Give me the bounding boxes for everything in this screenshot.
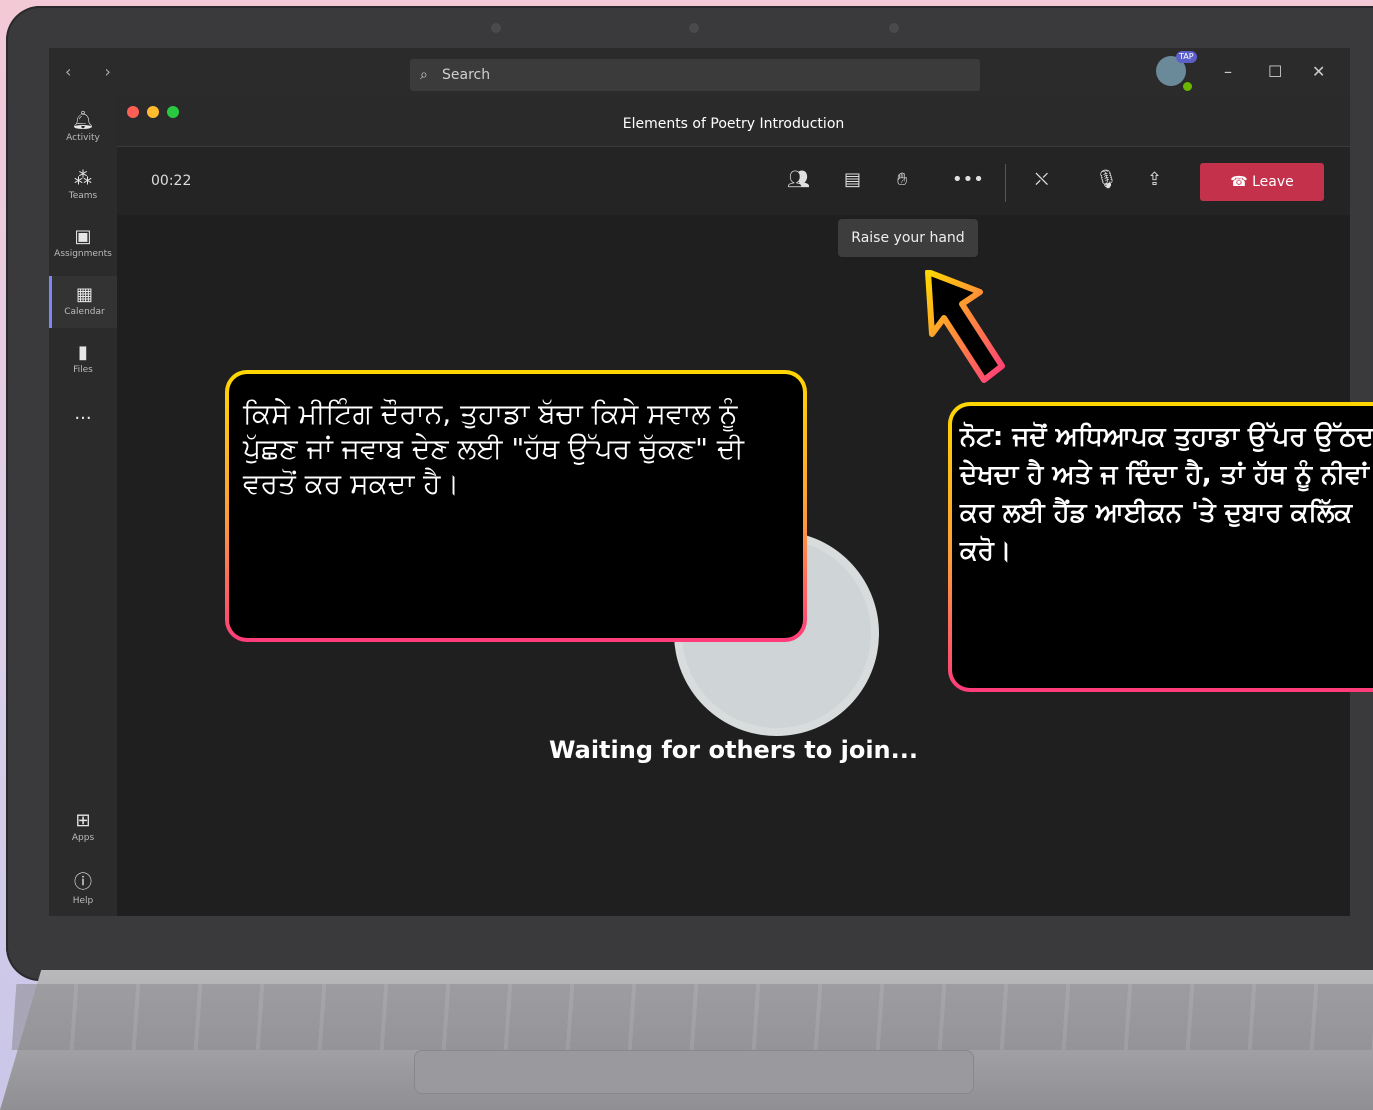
rail-label: Teams [68, 191, 98, 201]
rail-item-help[interactable]: ⓘ Help [49, 868, 117, 906]
rail-item-apps[interactable]: ⊞ Apps [49, 810, 117, 843]
close-icon[interactable]: ✕ [1312, 62, 1325, 81]
callout-right: ਨੋਟ: ਜਦੋਂ ਅਧਿਆਪਕ ਤੁਹਾਡਾ ਉੱਪਰ ਉੱਠਦਾ ਦੇਖਦਾ… [948, 402, 1373, 692]
chat-icon[interactable]: ▤ [844, 169, 861, 191]
avatar-badge: TAP [1176, 51, 1197, 63]
title-bar: ‹ › ⌕ Search TAP – ☐ ✕ [49, 48, 1350, 98]
calendar-icon: ▦ [75, 284, 93, 305]
rail-label: Files [73, 365, 93, 375]
leave-label: Leave [1252, 174, 1294, 190]
share-screen-icon[interactable]: ⇪ [1147, 169, 1162, 191]
rail-label: Assignments [54, 249, 112, 259]
minimize-icon[interactable]: – [1224, 62, 1232, 81]
teams-icon: ⁂ [74, 168, 92, 189]
callout-left-text: ਕਿਸੇ ਮੀਟਿੰਗ ਦੌਰਾਨ, ਤੁਹਾਡਾ ਬੱਚਾ ਕਿਸੇ ਸਵਾਲ… [229, 374, 803, 638]
search-input[interactable]: ⌕ Search [410, 59, 980, 91]
rail-item-activity[interactable]: 🔔︎ Activity [49, 110, 117, 143]
meeting-toolbar: 00:22 👥︎ ▤ ✋︎ ••• ⛌ 🎙︎ ⇪ ☎︎ Leave [117, 147, 1350, 215]
rail-item-more[interactable]: ··· [49, 408, 117, 431]
hangup-icon: ☎︎ [1230, 174, 1253, 190]
camera-dot [889, 23, 899, 33]
waiting-message: Waiting for others to join... [549, 736, 918, 764]
rail-label: Calendar [64, 307, 105, 317]
rail-label: Apps [71, 833, 95, 843]
rail-item-calendar[interactable]: ▦ Calendar [49, 276, 117, 328]
rail-label: Help [72, 896, 94, 906]
laptop: ‹ › ⌕ Search TAP – ☐ ✕ 🔔︎ Activity ⁂ Tea… [0, 0, 1373, 1110]
nav-arrows[interactable]: ‹ › [65, 62, 125, 81]
meeting-timer: 00:22 [151, 173, 192, 189]
raise-hand-tooltip: Raise your hand [838, 219, 978, 257]
more-icon: ··· [74, 408, 92, 429]
search-icon: ⌕ [420, 67, 428, 83]
app-rail: 🔔︎ Activity ⁂ Teams ▣ Assignments ▦ Cale… [49, 98, 117, 916]
participants-icon[interactable]: 👥︎ [787, 169, 810, 191]
meeting-title: Elements of Poetry Introduction [622, 116, 845, 132]
microphone-icon[interactable]: 🎙︎ [1095, 169, 1118, 191]
raise-hand-icon[interactable]: ✋︎ [897, 169, 907, 191]
leave-button[interactable]: ☎︎ Leave [1200, 163, 1324, 201]
assignments-icon: ▣ [74, 226, 92, 247]
apps-icon: ⊞ [75, 810, 91, 831]
files-icon: ▮ [78, 342, 88, 363]
maximize-icon[interactable]: ☐ [1268, 62, 1282, 81]
rail-item-teams[interactable]: ⁂ Teams [49, 168, 117, 201]
keyboard [11, 984, 1373, 1050]
rail-item-files[interactable]: ▮ Files [49, 342, 117, 375]
pointer-arrow-icon [925, 270, 1005, 383]
presence-status-icon [1181, 80, 1194, 93]
camera-off-icon[interactable]: ⛌ [1035, 169, 1048, 191]
more-actions-icon[interactable]: ••• [952, 169, 984, 191]
callout-right-text: ਨੋਟ: ਜਦੋਂ ਅਧਿਆਪਕ ਤੁਹਾਡਾ ਉੱਪਰ ਉੱਠਦਾ ਦੇਖਦਾ… [952, 406, 1373, 688]
bell-icon: 🔔︎ [71, 110, 95, 131]
callout-left: ਕਿਸੇ ਮੀਟਿੰਗ ਦੌਰਾਨ, ਤੁਹਾਡਾ ਬੱਚਾ ਕਿਸੇ ਸਵਾਲ… [225, 370, 807, 642]
help-icon: ⓘ [74, 872, 92, 893]
rail-item-assignments[interactable]: ▣ Assignments [49, 226, 117, 259]
meeting-title-bar: Elements of Poetry Introduction [117, 96, 1350, 147]
camera-dot [689, 23, 699, 33]
camera-dot [491, 23, 501, 33]
toolbar-divider [1005, 164, 1006, 202]
trackpad [414, 1050, 974, 1094]
search-placeholder: Search [442, 67, 491, 83]
rail-label: Activity [66, 133, 100, 143]
